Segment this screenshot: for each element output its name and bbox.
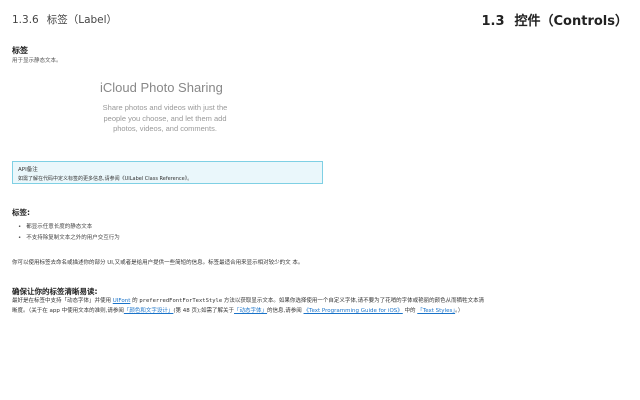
section-number: 1.3.6 — [12, 13, 39, 26]
dynamic-type-link[interactable]: 「动态字体」 — [234, 308, 267, 314]
usage-paragraph: 你可以使用标签去命名或描述你的部分 UI,又或者是给用户提供一些简短的信息。标签… — [12, 260, 304, 266]
paragraph-text: 最好是在标签中支持「动态字体」并使用 — [12, 298, 113, 304]
chapter-number: 1.3 — [481, 13, 505, 29]
api-note-title: API备注 — [18, 167, 38, 173]
section-title: 标签（Label） — [46, 13, 118, 26]
sample-body: Share photos and videos with just the pe… — [102, 103, 228, 133]
paragraph-text: 。） — [455, 308, 464, 314]
api-note-body: 如需了解在代码中定义标签的更多信息,请参阅《UILabel Class Refe… — [18, 176, 193, 182]
text-styles-link[interactable]: 「Text Styles」 — [417, 308, 455, 314]
paragraph-text: 中的 — [402, 308, 418, 314]
intro-subtitle: 用于显示静态文本。 — [12, 58, 62, 64]
text-programming-guide-link[interactable]: 《Text Programming Guide for iOS》 — [304, 308, 403, 314]
paragraph-text: 晰度。（关于在 app 中使用文本的准则,请参阅 — [12, 308, 124, 314]
list-item: 都显示任意长度的静态文本 — [18, 222, 120, 233]
legibility-paragraph: 最好是在标签中支持「动态字体」并使用 UIFont 的 preferredFon… — [12, 296, 624, 316]
uifont-link[interactable]: UIFont — [113, 298, 131, 304]
method-name: preferredFontForTextStyle — [139, 298, 223, 304]
intro-title: 标签 — [12, 46, 28, 55]
list-item: 不支持除复制文本之外的用户交互行为 — [18, 233, 120, 244]
page-header: 1.3.6 标签（Label） 1.3 控件（Controls） — [12, 8, 628, 30]
chapter-heading: 1.3 控件（Controls） — [481, 10, 628, 29]
chapter-title: 控件（Controls） — [514, 13, 628, 29]
api-note: API备注 如需了解在代码中定义标签的更多信息,请参阅《UILabel Clas… — [12, 161, 323, 184]
label-sample: iCloud Photo Sharing Share photos and vi… — [100, 80, 250, 135]
sample-title: iCloud Photo Sharing — [100, 80, 223, 95]
color-typography-link[interactable]: 「颜色和文字设计」 — [124, 308, 174, 314]
paragraph-text: (第 48 页);如需了解关于 — [173, 308, 235, 314]
labels-heading: 标签: — [12, 208, 30, 217]
paragraph-text: 的信息,请参阅 — [267, 308, 304, 314]
section-heading: 1.3.6 标签（Label） — [12, 12, 117, 27]
labels-bullet-list: 都显示任意长度的静态文本 不支持除复制文本之外的用户交互行为 — [18, 222, 120, 244]
paragraph-text: 方法以获取显示文本。如果你选择使用一个自定义字体,请不要为了花哨的字体或艳丽的颜… — [222, 298, 485, 304]
